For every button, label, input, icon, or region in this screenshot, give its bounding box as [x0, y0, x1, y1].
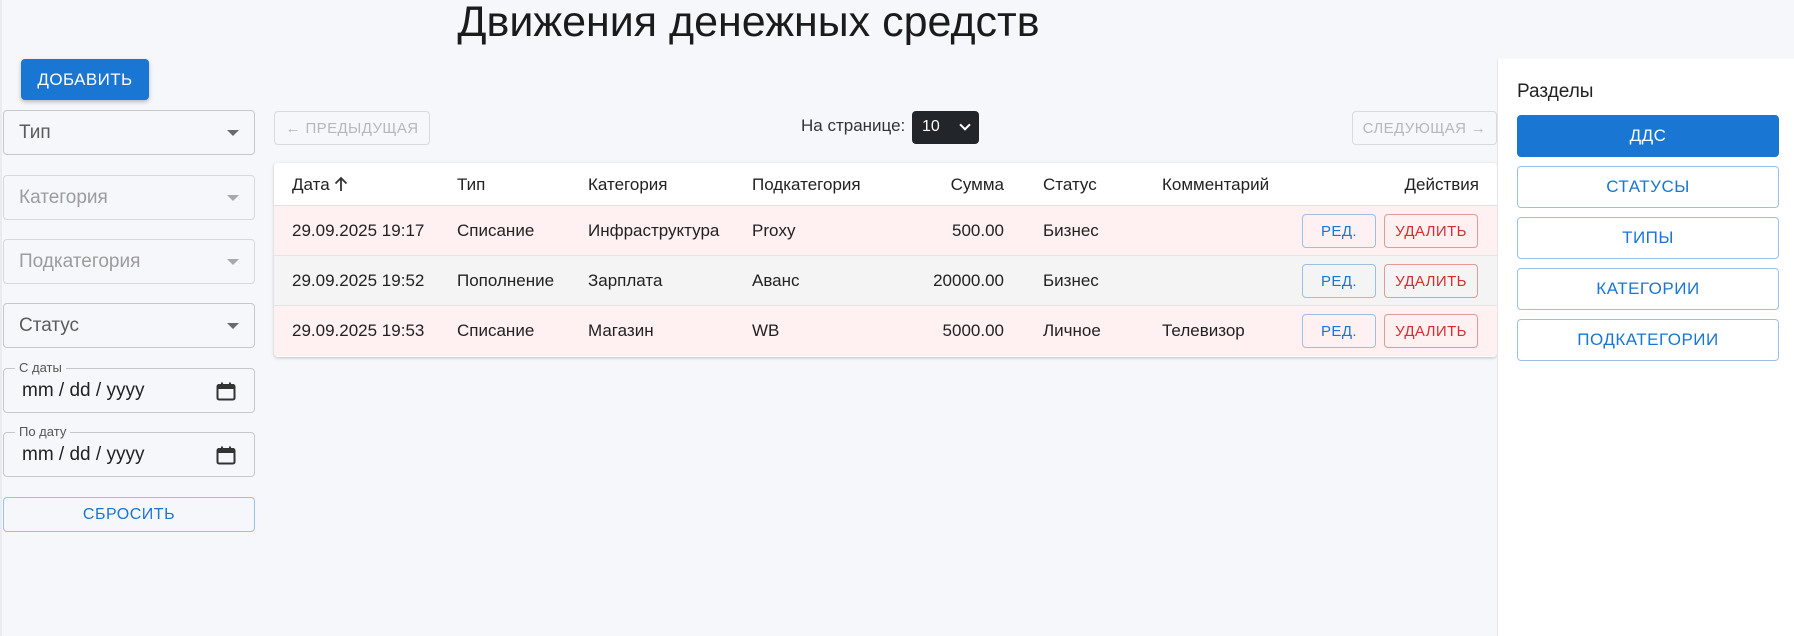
sidebar-item-statuses[interactable]: СТАТУСЫ	[1517, 166, 1779, 208]
prev-page-button[interactable]: ← ПРЕДЫДУЩАЯ	[274, 111, 430, 145]
dropdown-arrow-icon	[227, 130, 239, 136]
calendar-icon[interactable]	[216, 446, 236, 465]
column-header-status[interactable]: Статус	[1043, 175, 1097, 195]
transactions-table: Дата Тип Категория Подкатегория Сумма Ст…	[274, 163, 1497, 357]
per-page-value: 10	[922, 118, 940, 135]
category-filter-label: Категория	[19, 187, 108, 208]
calendar-icon[interactable]	[216, 382, 236, 401]
sections-sidebar: Разделы ДДС СТАТУСЫ ТИПЫ КАТЕГОРИИ ПОДКА…	[1497, 59, 1794, 636]
sidebar-item-dds[interactable]: ДДС	[1517, 115, 1779, 157]
column-header-subcategory[interactable]: Подкатегория	[752, 175, 861, 195]
sidebar-title: Разделы	[1517, 81, 1594, 102]
date-from-value: mm / dd / yyyy	[22, 380, 145, 401]
delete-button[interactable]: УДАЛИТЬ	[1384, 214, 1478, 248]
status-filter-label: Статус	[19, 315, 80, 336]
per-page-select[interactable]: 10	[912, 111, 979, 144]
cell-date: 29.09.2025 19:52	[292, 271, 425, 290]
column-header-category[interactable]: Категория	[588, 175, 667, 195]
subcategory-filter-label: Подкатегория	[19, 251, 141, 272]
cell-type: Пополнение	[457, 271, 555, 290]
column-header-date-label: Дата	[292, 175, 330, 194]
page-border	[0, 0, 2, 636]
table-header: Дата Тип Категория Подкатегория Сумма Ст…	[274, 163, 1497, 206]
cell-status: Бизнес	[1043, 271, 1099, 290]
edit-button[interactable]: РЕД.	[1302, 214, 1376, 248]
table-row: 29.09.2025 19:52 Пополнение Зарплата Ава…	[274, 256, 1497, 306]
cell-type: Списание	[457, 321, 535, 340]
cell-amount: 500.00	[952, 221, 1004, 240]
date-to-field[interactable]: По дату mm / dd / yyyy	[3, 424, 255, 477]
delete-button[interactable]: УДАЛИТЬ	[1384, 314, 1478, 348]
cell-date: 29.09.2025 19:17	[292, 221, 425, 240]
cell-category: Инфраструктура	[588, 221, 720, 240]
type-filter-select[interactable]: Тип	[3, 110, 255, 155]
date-from-field[interactable]: С даты mm / dd / yyyy	[3, 360, 255, 413]
sidebar-item-subcategories[interactable]: ПОДКАТЕГОРИИ	[1517, 319, 1779, 361]
add-button[interactable]: ДОБАВИТЬ	[21, 59, 149, 100]
sort-arrow-up-icon[interactable]	[334, 176, 348, 192]
cell-amount: 5000.00	[942, 321, 1004, 340]
date-from-label: С даты	[15, 360, 66, 375]
dropdown-arrow-icon	[227, 195, 239, 201]
cell-subcategory: Аванс	[752, 271, 800, 290]
per-page-label: На странице:	[801, 116, 906, 135]
cell-status: Личное	[1043, 321, 1101, 340]
status-filter-select[interactable]: Статус	[3, 303, 255, 348]
edit-button[interactable]: РЕД.	[1302, 314, 1376, 348]
cell-type: Списание	[457, 221, 535, 240]
category-filter-select[interactable]: Категория	[3, 175, 255, 220]
date-to-value: mm / dd / yyyy	[22, 444, 145, 465]
dropdown-arrow-icon	[227, 259, 239, 265]
delete-button[interactable]: УДАЛИТЬ	[1384, 264, 1478, 298]
page-title: Движения денежных средств	[457, 0, 1040, 46]
sidebar-item-categories[interactable]: КАТЕГОРИИ	[1517, 268, 1779, 310]
cell-category: Зарплата	[588, 271, 663, 290]
reset-button[interactable]: СБРОСИТЬ	[3, 497, 255, 532]
cell-category: Магазин	[588, 321, 654, 340]
subcategory-filter-select[interactable]: Подкатегория	[3, 239, 255, 284]
column-header-amount[interactable]: Сумма	[951, 175, 1004, 195]
column-header-comment[interactable]: Комментарий	[1162, 175, 1269, 195]
cell-comment: Телевизор	[1162, 321, 1245, 340]
table-row: 29.09.2025 19:17 Списание Инфраструктура…	[274, 206, 1497, 256]
cell-amount: 20000.00	[933, 271, 1004, 290]
dropdown-arrow-icon	[227, 323, 239, 329]
cell-date: 29.09.2025 19:53	[292, 321, 425, 340]
column-header-date[interactable]: Дата	[292, 175, 348, 195]
column-header-actions: Действия	[1404, 175, 1479, 194]
chevron-down-icon	[959, 119, 971, 131]
cell-status: Бизнес	[1043, 221, 1099, 240]
edit-button[interactable]: РЕД.	[1302, 264, 1376, 298]
cell-subcategory: WB	[752, 321, 780, 340]
next-page-button[interactable]: СЛЕДУЮЩАЯ →	[1352, 111, 1497, 145]
sidebar-item-types[interactable]: ТИПЫ	[1517, 217, 1779, 259]
table-row: 29.09.2025 19:53 Списание Магазин WB 500…	[274, 306, 1497, 356]
cell-subcategory: Proxy	[752, 221, 796, 240]
date-to-label: По дату	[15, 424, 71, 439]
type-filter-label: Тип	[19, 122, 51, 143]
column-header-type[interactable]: Тип	[457, 175, 485, 195]
